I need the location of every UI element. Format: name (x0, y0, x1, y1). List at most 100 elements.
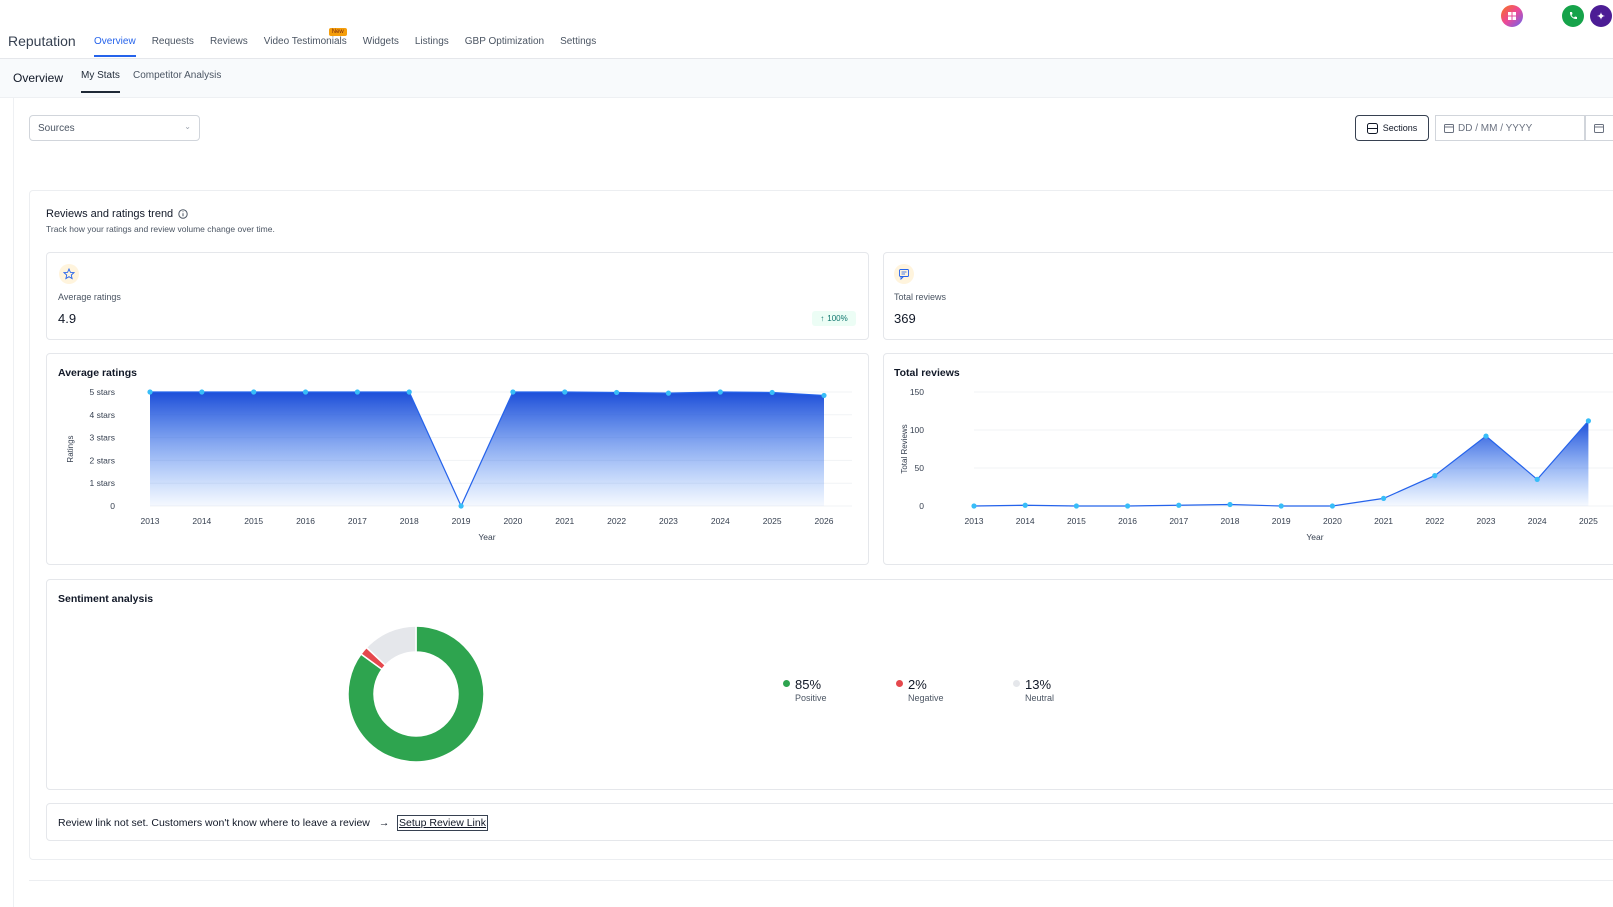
tab-competitor-analysis[interactable]: Competitor Analysis (133, 70, 221, 91)
negative-pct: 2% (908, 677, 927, 692)
x-tick-label: 2018 (400, 516, 419, 526)
message-icon (894, 264, 914, 284)
x-tick-label: 2015 (1067, 516, 1086, 526)
data-point (510, 389, 516, 395)
arrow-up-icon: ↑ (820, 314, 825, 323)
x-tick-label: 2021 (555, 516, 574, 526)
sources-placeholder: Sources (38, 123, 75, 134)
y-tick-label: 3 stars (89, 433, 115, 443)
nav-overview[interactable]: Overview (94, 36, 136, 57)
avg-ratings-chart-title: Average ratings (58, 367, 137, 379)
arrow-right-icon: → (378, 817, 390, 829)
x-tick-label: 2018 (1221, 516, 1240, 526)
start-date-placeholder: DD / MM / YYYY (1458, 122, 1533, 134)
y-tick-label: 0 (919, 501, 924, 511)
negative-label: Negative (908, 693, 944, 703)
x-tick-label: 2013 (141, 516, 160, 526)
nav-gbp-optimization[interactable]: GBP Optimization (465, 36, 544, 57)
apps-icon[interactable] (1501, 5, 1523, 27)
review-notice-message: Review link not set. Customers won't kno… (58, 817, 370, 829)
start-date-input[interactable]: DD / MM / YYYY (1435, 115, 1585, 141)
x-axis-label: Year (1306, 532, 1323, 542)
data-point (1534, 476, 1540, 482)
ai-sparkle-icon[interactable]: ✦ (1590, 5, 1612, 27)
avg-ratings-chart: 0 1 stars 2 stars 3 stars 4 stars 5 stars 2013… (66, 387, 852, 542)
data-point (1073, 503, 1079, 509)
y-tick-label: 1 stars (89, 478, 115, 488)
phone-icon[interactable] (1562, 5, 1584, 27)
nav-listings[interactable]: Listings (415, 36, 449, 57)
x-tick-label: 2023 (659, 516, 678, 526)
data-point (147, 389, 153, 395)
nav-settings[interactable]: Settings (560, 36, 596, 57)
nav-widgets[interactable]: Widgets (363, 36, 399, 57)
y-tick-label: 0 (110, 501, 115, 511)
avg-ratings-label: Average ratings (58, 292, 121, 302)
page-title: Overview (13, 71, 64, 85)
x-tick-label: 2024 (711, 516, 730, 526)
data-point (1432, 473, 1438, 479)
avg-ratings-value: 4.9 (58, 311, 77, 326)
y-tick-label: 2 stars (89, 455, 115, 465)
info-icon[interactable] (178, 209, 188, 219)
x-tick-label: 2021 (1374, 516, 1393, 526)
tab-my-stats[interactable]: My Stats (81, 70, 120, 93)
chevron-down-icon: ⌄ (184, 122, 191, 131)
data-point (199, 389, 205, 395)
calendar-icon (1594, 124, 1604, 133)
x-tick-label: 2025 (1579, 516, 1598, 526)
star-icon (59, 264, 79, 284)
sources-dropdown[interactable]: Sources ⌄ (29, 115, 200, 141)
sub-navigation: Overview My Stats Competitor Analysis (0, 59, 1613, 98)
trend-change-value: 100% (827, 314, 848, 323)
neutral-label: Neutral (1025, 693, 1055, 703)
data-point (1381, 495, 1387, 501)
section-title-text: Reviews and ratings trend (46, 208, 174, 220)
y-tick-label: 50 (915, 463, 925, 473)
data-point (251, 389, 257, 395)
section-subtitle: Track how your ratings and review volume… (46, 224, 275, 234)
y-tick-label: 150 (910, 387, 924, 397)
negative-dot (896, 680, 903, 687)
x-tick-label: 2023 (1477, 516, 1496, 526)
main-nav: Overview Requests Reviews Video Testimon… (94, 28, 612, 57)
data-point (821, 392, 827, 399)
x-tick-label: 2014 (192, 516, 211, 526)
calendar-icon (1444, 124, 1454, 133)
positive-pct: 85% (795, 677, 822, 692)
nav-video-testimonials[interactable]: Video Testimonials New (263, 28, 347, 57)
next-section-card (29, 880, 1613, 907)
x-tick-label: 2014 (1016, 516, 1035, 526)
y-tick-label: 100 (910, 425, 924, 435)
data-point (1176, 502, 1182, 508)
data-point (562, 389, 568, 395)
sections-icon (1366, 122, 1378, 134)
total-reviews-chart: 0 50 100 150 2013 2014 2015 2016 2017 2018 2019 202… (900, 387, 1613, 542)
data-point (665, 390, 672, 396)
legend-negative: 2% Negative (896, 677, 944, 703)
x-tick-label: 2025 (763, 516, 782, 526)
end-date-input[interactable] (1585, 115, 1613, 141)
data-point (302, 389, 309, 395)
y-tick-label: 4 stars (89, 410, 115, 420)
data-point (614, 389, 620, 396)
nav-video-testimonials-label: Video Testimonials (263, 36, 347, 47)
y-tick-label: 5 stars (89, 387, 115, 397)
total-reviews-stat-card (883, 252, 1613, 340)
total-reviews-label: Total reviews (894, 292, 947, 302)
x-tick-label: 2013 (965, 516, 984, 526)
nav-reviews[interactable]: Reviews (210, 36, 248, 57)
x-tick-label: 2022 (1425, 516, 1444, 526)
nav-requests[interactable]: Requests (152, 36, 194, 57)
data-point (354, 389, 360, 395)
sentiment-donut-chart (347, 625, 485, 763)
data-point (769, 389, 775, 396)
x-tick-label: 2020 (503, 516, 522, 526)
data-point (1125, 503, 1131, 509)
sections-button[interactable]: Sections (1355, 115, 1429, 141)
trend-chip: ↑ 100% (812, 311, 856, 326)
data-point (1585, 418, 1591, 424)
data-point (406, 389, 412, 395)
new-badge: New (328, 28, 347, 36)
setup-review-link[interactable]: Setup Review Link (397, 815, 488, 831)
